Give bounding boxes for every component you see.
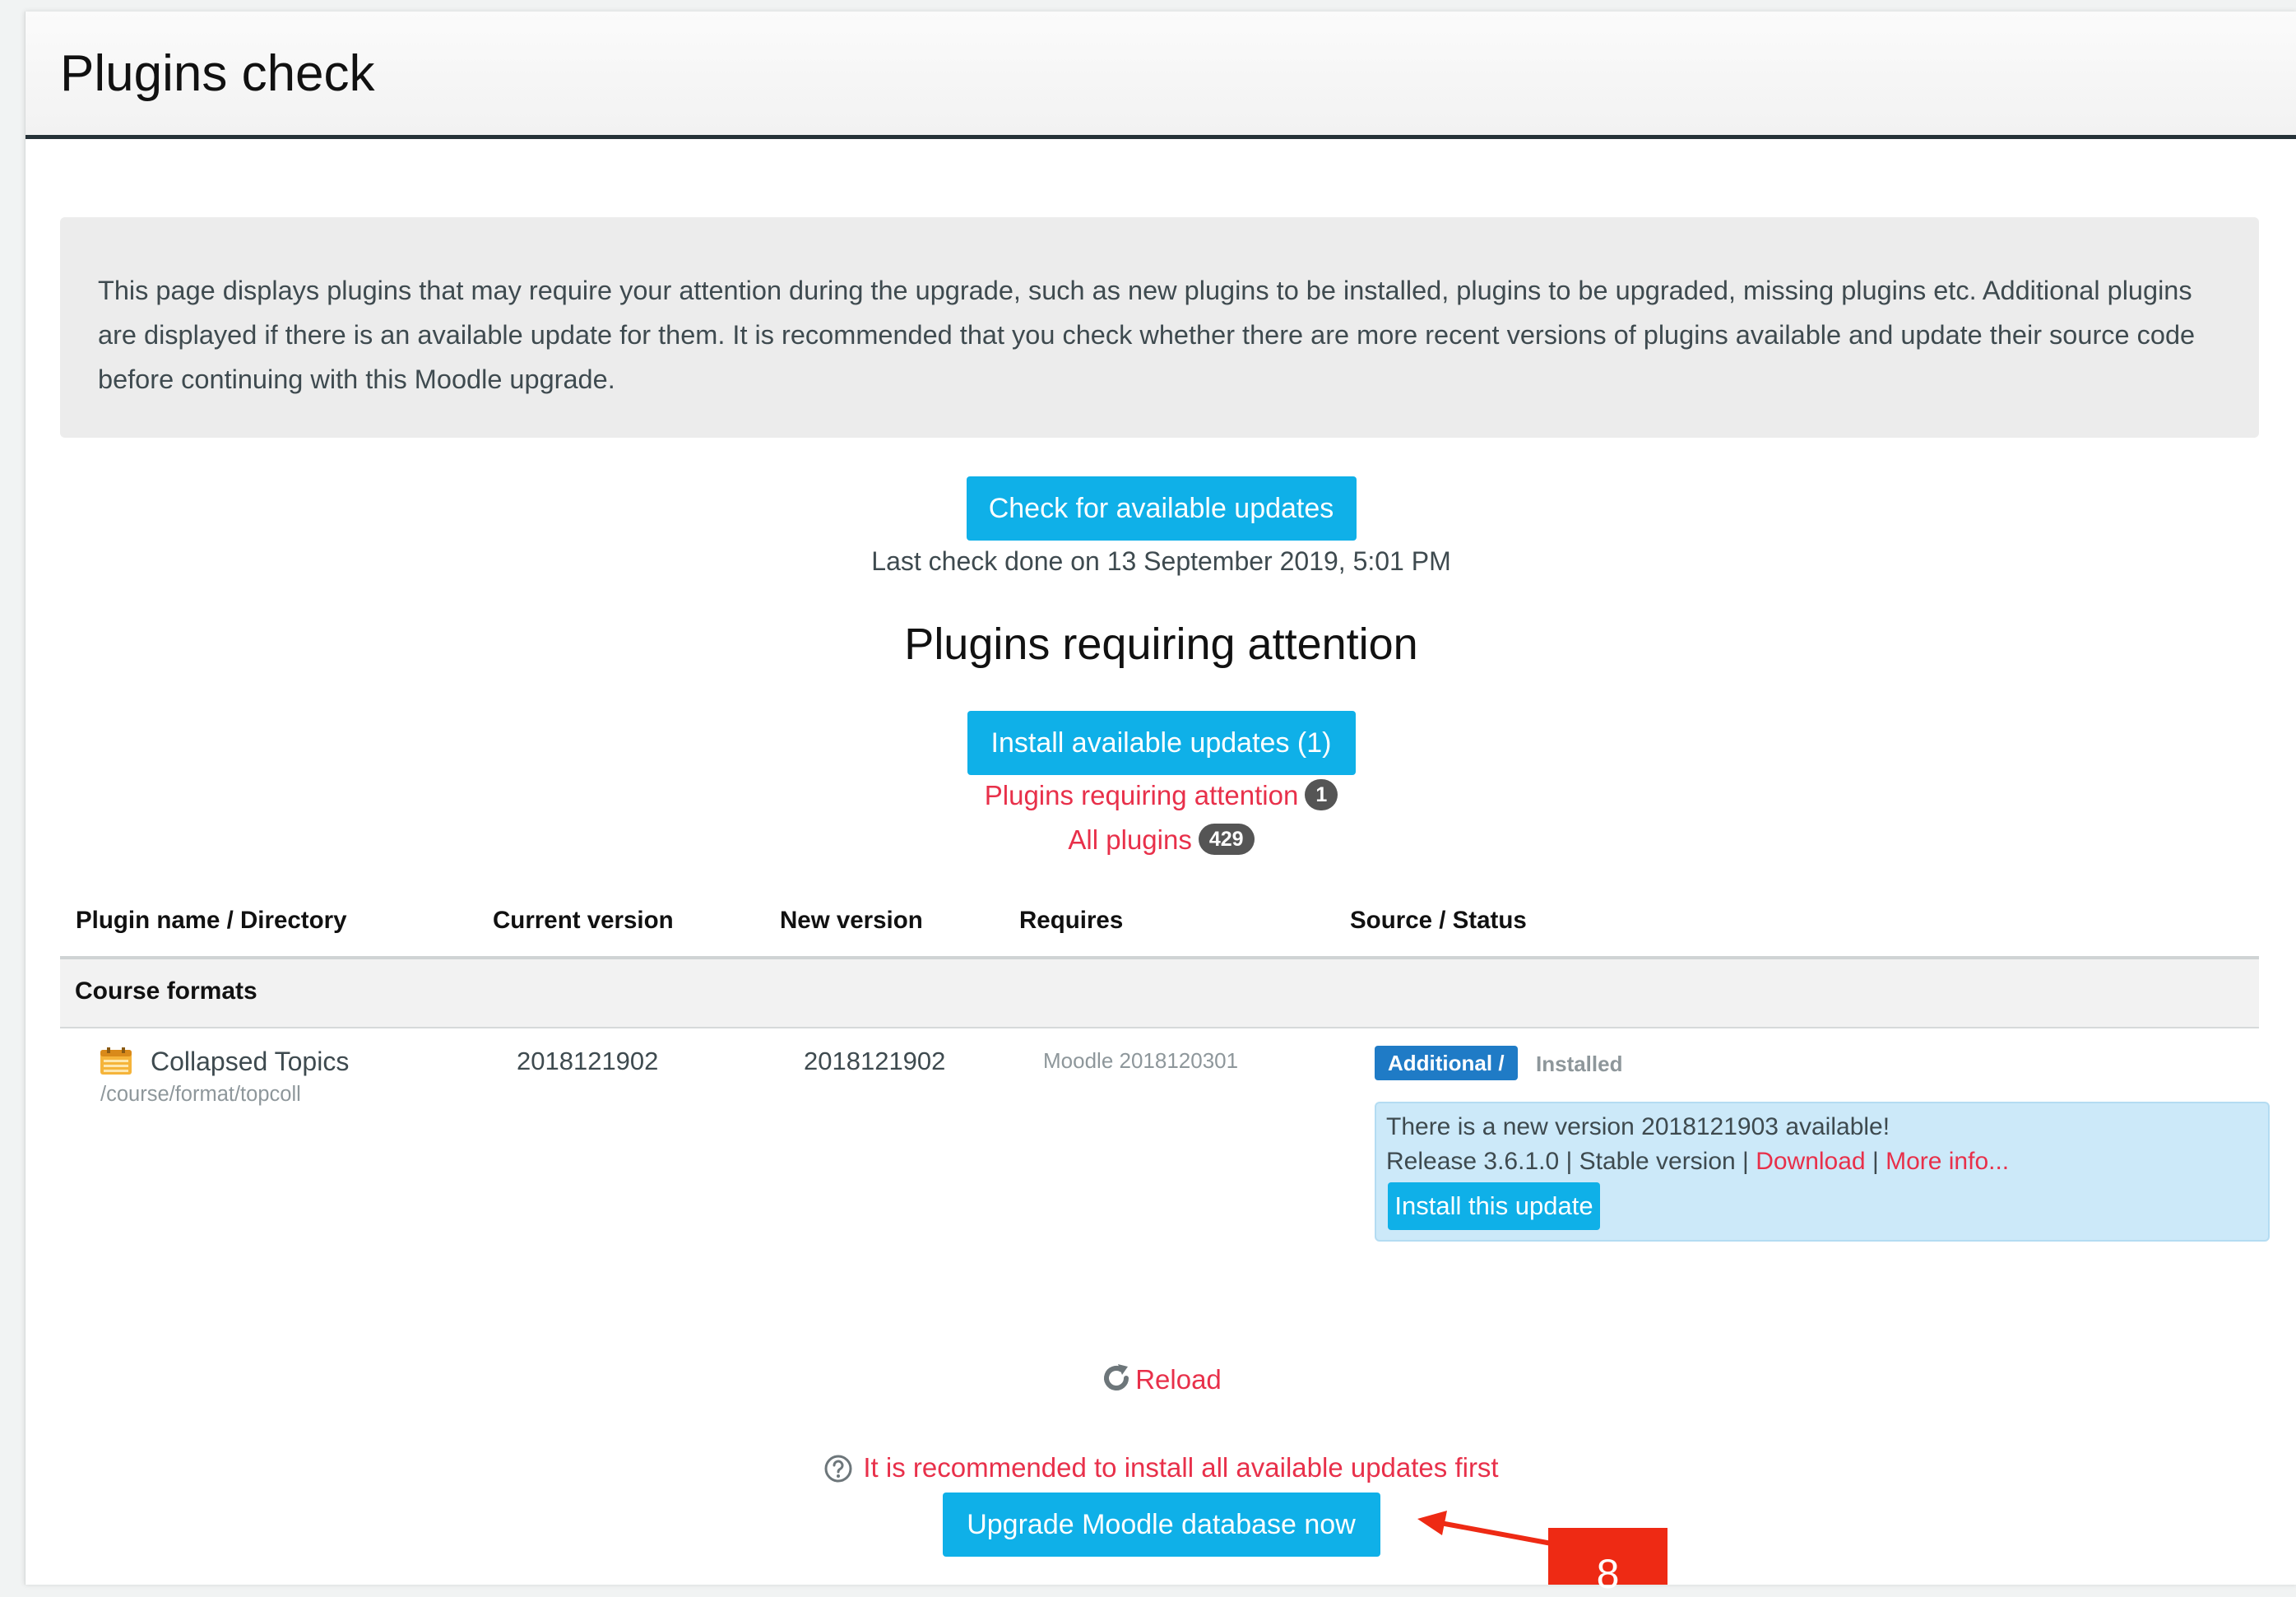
- update-available-notice: There is a new version 2018121903 availa…: [1375, 1102, 2270, 1242]
- upgrade-row: Upgrade Moodle database now: [26, 1493, 2296, 1557]
- reload-icon: [1104, 1364, 1129, 1390]
- page-content: Plugins check This page displays plugins…: [25, 12, 2296, 1595]
- column-header-current-version: Current version: [493, 907, 674, 934]
- more-info-link[interactable]: More info...: [1886, 1148, 2009, 1175]
- column-header-source-status: Source / Status: [1350, 907, 1527, 934]
- annotation-step-number: 8: [1596, 1551, 1620, 1597]
- section-heading: Plugins requiring attention: [904, 620, 1418, 669]
- release-info: Release 3.6.1.0 | Stable version |: [1386, 1148, 1756, 1175]
- filter-attention-row: Plugins requiring attention 1: [26, 779, 2296, 811]
- reload-label: Reload: [1135, 1364, 1222, 1395]
- recommendation-text: It is recommended to install all availab…: [863, 1452, 1499, 1483]
- update-message: There is a new version 2018121903 availa…: [1386, 1113, 1890, 1140]
- link-separator: |: [1865, 1148, 1886, 1175]
- reload-link[interactable]: Reload: [1101, 1364, 1222, 1395]
- download-link[interactable]: Download: [1756, 1148, 1865, 1175]
- last-check-row: Last check done on 13 September 2019, 5:…: [26, 546, 2296, 577]
- filter-attention-label: Plugins requiring attention: [984, 780, 1299, 810]
- reload-row: Reload: [26, 1363, 2296, 1395]
- help-circle-icon: [824, 1455, 852, 1483]
- info-notice: This page displays plugins that may requ…: [60, 217, 2259, 438]
- upgrade-database-button[interactable]: Upgrade Moodle database now: [942, 1493, 1380, 1557]
- column-header-plugin-name: Plugin name / Directory: [76, 907, 347, 934]
- filter-all-plugins-link[interactable]: All plugins: [1068, 824, 1191, 855]
- new-version-value: 2018121902: [804, 1047, 946, 1075]
- calendar-icon: [100, 1047, 132, 1075]
- column-header-new-version: New version: [780, 907, 923, 934]
- plugin-directory: /course/format/topcoll: [100, 1083, 301, 1106]
- info-notice-text: This page displays plugins that may requ…: [98, 276, 2196, 394]
- attention-heading-row: Plugins requiring attention: [26, 619, 2296, 670]
- install-available-updates-button[interactable]: Install available updates (1): [967, 711, 1356, 775]
- filter-all-label: All plugins: [1068, 824, 1192, 855]
- annotation-step-marker: 8: [1548, 1528, 1667, 1595]
- status-text: Installed: [1536, 1052, 1623, 1076]
- last-check-text: Last check done on 13 September 2019, 5:…: [871, 546, 1451, 576]
- page-title: Plugins check: [60, 45, 375, 102]
- table-group-row: Course formats: [60, 959, 2259, 1028]
- check-updates-button[interactable]: Check for available updates: [966, 476, 1357, 541]
- source-badge: Additional /: [1375, 1046, 1518, 1080]
- filter-plugins-requiring-attention-link[interactable]: Plugins requiring attention: [985, 780, 1299, 810]
- annotation-arrow-icon: [1417, 1511, 1554, 1546]
- update-release-line: Release 3.6.1.0 | Stable version | Downl…: [1386, 1148, 2009, 1176]
- attention-count-badge: 1: [1305, 779, 1338, 810]
- current-version-value: 2018121902: [517, 1047, 659, 1075]
- page-header: Plugins check: [26, 12, 2296, 139]
- plugin-name: Collapsed Topics: [151, 1047, 350, 1076]
- install-this-update-button[interactable]: Install this update: [1388, 1182, 1600, 1230]
- all-plugins-count-badge: 429: [1198, 824, 1255, 855]
- group-label: Course formats: [75, 977, 257, 1005]
- check-updates-row: Check for available updates: [26, 476, 2296, 541]
- install-updates-row: Install available updates (1): [26, 711, 2296, 775]
- recommendation-row: It is recommended to install all availab…: [26, 1452, 2296, 1483]
- requires-value: Moodle 2018120301: [1043, 1048, 1239, 1073]
- filter-all-row: All plugins 429: [26, 824, 2296, 856]
- column-header-requires: Requires: [1019, 907, 1124, 934]
